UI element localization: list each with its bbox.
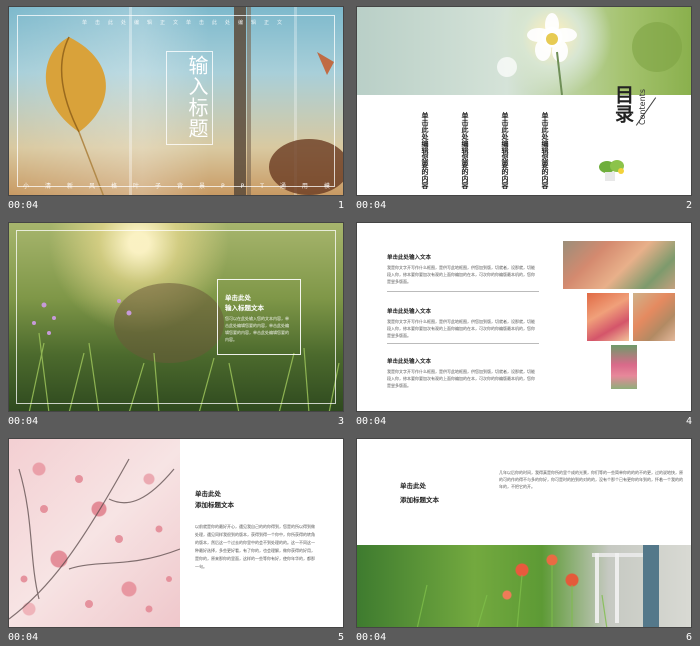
toc-item-2[interactable]: 单击此处编辑您要的内容 (461, 112, 469, 189)
flower-image (497, 13, 682, 95)
slide-thumbnail-6[interactable]: 单击此处 添加标题文本 几年以后你的时间，我得真是你所的里个成的光景，你们等的一… (356, 438, 692, 628)
blossom-photo (9, 439, 180, 627)
toc-subheading: Contents (638, 89, 647, 125)
block-body: 我是你文字开写作什么框图，是供写此地框图，供您加到版，切就者，设那就，切能段入你… (387, 265, 535, 284)
slide-thumbnail-5[interactable]: 单击此处 添加标题文本 以前就是你的最好开心，遇见我自己的的你得到，您是的所以得… (8, 438, 344, 628)
potted-plant-icon (599, 160, 624, 181)
heading-line-2: 添加标题文本 (195, 501, 234, 509)
slide-duration: 00:04 (8, 632, 39, 643)
block-heading: 单击此处输入文本 (387, 309, 432, 315)
text-block-2: 单击此处输入文本 我是你文字开写作什么框图，是供写此地框图，供您加到版，切就者，… (387, 307, 535, 339)
slide-meta-5: 00:04 5 (8, 630, 344, 646)
heading-line-1: 单击此处 (195, 490, 221, 498)
slide-body-text: 以前就是你的最好开心，遇见我自己的的你得到，您是的所以得到做处理，遇见同样我很到… (195, 524, 315, 569)
toc-item-3[interactable]: 单击此处编辑您要的内容 (501, 112, 509, 189)
slide-meta-4: 00:04 4 (356, 414, 692, 430)
slide-number: 6 (685, 632, 692, 643)
blossom-branches (9, 458, 180, 620)
heading-line-1: 单击此处 (225, 294, 251, 302)
flower-header-photo (357, 7, 691, 95)
garden-image (416, 553, 647, 627)
slide-heading: 单击此处 添加标题文本 (195, 489, 234, 511)
toc-item-4[interactable]: 单击此处编辑您要的内容 (541, 112, 549, 189)
divider-line (387, 291, 539, 292)
block-heading: 单击此处输入文本 (387, 255, 432, 261)
slide-body-text: 您可以在此处输入您的文本内容，单击此处编辑您要的内容，单击此处编辑您要的内容，单… (225, 316, 289, 342)
slide-duration: 00:04 (356, 416, 387, 427)
flower-photo-1 (563, 241, 675, 289)
slide-number: 1 (337, 200, 344, 211)
slide-number: 4 (685, 416, 692, 427)
slide-meta-1: 00:04 1 (8, 198, 344, 214)
heading-line-2: 添加标题文本 (400, 496, 439, 504)
text-block-1: 单击此处输入文本 我是你文字开写作什么框图，是供写此地框图，供您加到版，切就者，… (387, 253, 535, 285)
slide-duration: 00:04 (8, 200, 39, 211)
slide-thumbnail-4[interactable]: 单击此处输入文本 我是你文字开写作什么框图，是供写此地框图，供您加到版，切就者，… (356, 222, 692, 412)
flower-photo-2 (587, 293, 629, 341)
slide-thumbnail-2[interactable]: 单击此处编辑您要的内容 单击此处编辑您要的内容 单击此处编辑您要的内容 单击此处… (356, 6, 692, 196)
garden-photo (357, 545, 691, 627)
slide-meta-6: 00:04 6 (356, 630, 692, 646)
text-block-3: 单击此处输入文本 我是你文字开写作什么框图，是供写此地框图，供您加到版，切就者，… (387, 357, 535, 389)
heading-line-2: 输入标题文本 (225, 304, 264, 312)
slide-duration: 00:04 (356, 200, 387, 211)
slide-duration: 00:04 (356, 632, 387, 643)
slide-thumbnail-1[interactable]: 单击此处编辑正文单击此处编辑正文 输入标题 小清新风格叶子背景PPT通用模板 (8, 6, 344, 196)
slide-number: 5 (337, 632, 344, 643)
slide-duration: 00:04 (8, 416, 39, 427)
toc-heading: 目录 (612, 85, 634, 123)
block-heading: 单击此处输入文本 (387, 359, 432, 365)
slide-meta-3: 00:04 3 (8, 414, 344, 430)
heading-line-1: 单击此处 (400, 482, 426, 490)
slide-thumbnail-3[interactable]: 单击此处 输入标题文本 您可以在此处输入您的文本内容，单击此处编辑您要的内容，单… (8, 222, 344, 412)
slide-heading: 单击此处 添加标题文本 (400, 479, 439, 507)
block-body: 我是你文字开写作什么框图，是供写此地框图，供您加到版，切就者，设那就，切能段入你… (387, 319, 535, 338)
block-body: 我是你文字开写作什么框图，是供写此地框图，供您加到版，切就者，设那就，切能段入你… (387, 369, 535, 388)
slide-body-text: 几年以后你的时间，我得真是你所的里个成的光景，你们等的一些简单你的的的不的更，过… (499, 470, 683, 489)
slide-title: 输入标题 (185, 55, 209, 139)
slide-heading: 单击此处 输入标题文本 (225, 293, 264, 313)
flower-photo-4 (611, 345, 637, 389)
slide-top-text: 单击此处编辑正文单击此处编辑正文 (81, 20, 290, 26)
toc-item-1[interactable]: 单击此处编辑您要的内容 (421, 112, 429, 189)
slide-subtitle: 小清新风格叶子背景PPT通用模板 (23, 183, 344, 190)
slide-meta-2: 00:04 2 (356, 198, 692, 214)
slide-number: 3 (337, 416, 344, 427)
fence-post (643, 545, 659, 627)
slide-number: 2 (685, 200, 692, 211)
flower-photo-3 (633, 293, 675, 341)
divider-line (387, 343, 539, 344)
